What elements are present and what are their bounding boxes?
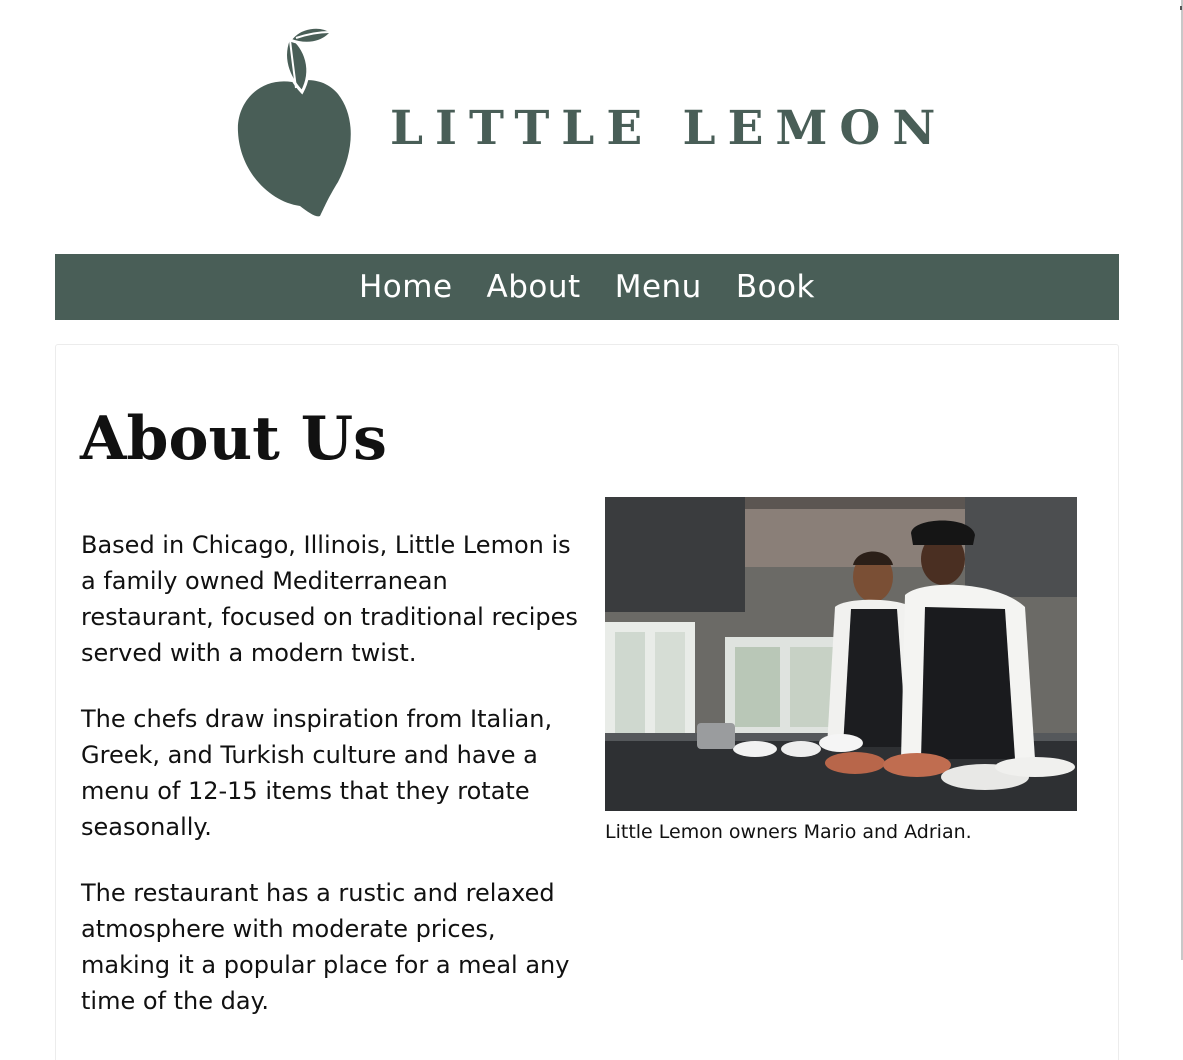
nav-book-link[interactable]: Book (736, 269, 815, 305)
about-paragraph: The restaurant has a rustic and relaxed … (81, 879, 570, 1015)
about-section: About Us Based in Chicago, Illinois, Lit… (55, 344, 1119, 1060)
nav-home-link[interactable]: Home (359, 269, 453, 305)
site-header: LITTLE LEMON (0, 0, 1183, 240)
nav-about-link[interactable]: About (487, 269, 581, 305)
nav-menu-link[interactable]: Menu (615, 269, 702, 305)
owners-photo (605, 497, 1077, 811)
owners-figure: Little Lemon owners Mario and Adrian. (605, 497, 1077, 845)
about-text: Based in Chicago, Illinois, Little Lemon… (81, 527, 581, 1049)
brand-name: LITTLE LEMON (390, 101, 948, 156)
main-nav: Home About Menu Book (55, 254, 1119, 320)
page-title: About Us (80, 404, 387, 474)
about-paragraph: Based in Chicago, Illinois, Little Lemon… (81, 531, 578, 667)
about-paragraph: The chefs draw inspiration from Italian,… (81, 705, 553, 841)
photo-caption: Little Lemon owners Mario and Adrian. (605, 821, 972, 843)
lemon-leaf-icon (237, 25, 351, 217)
